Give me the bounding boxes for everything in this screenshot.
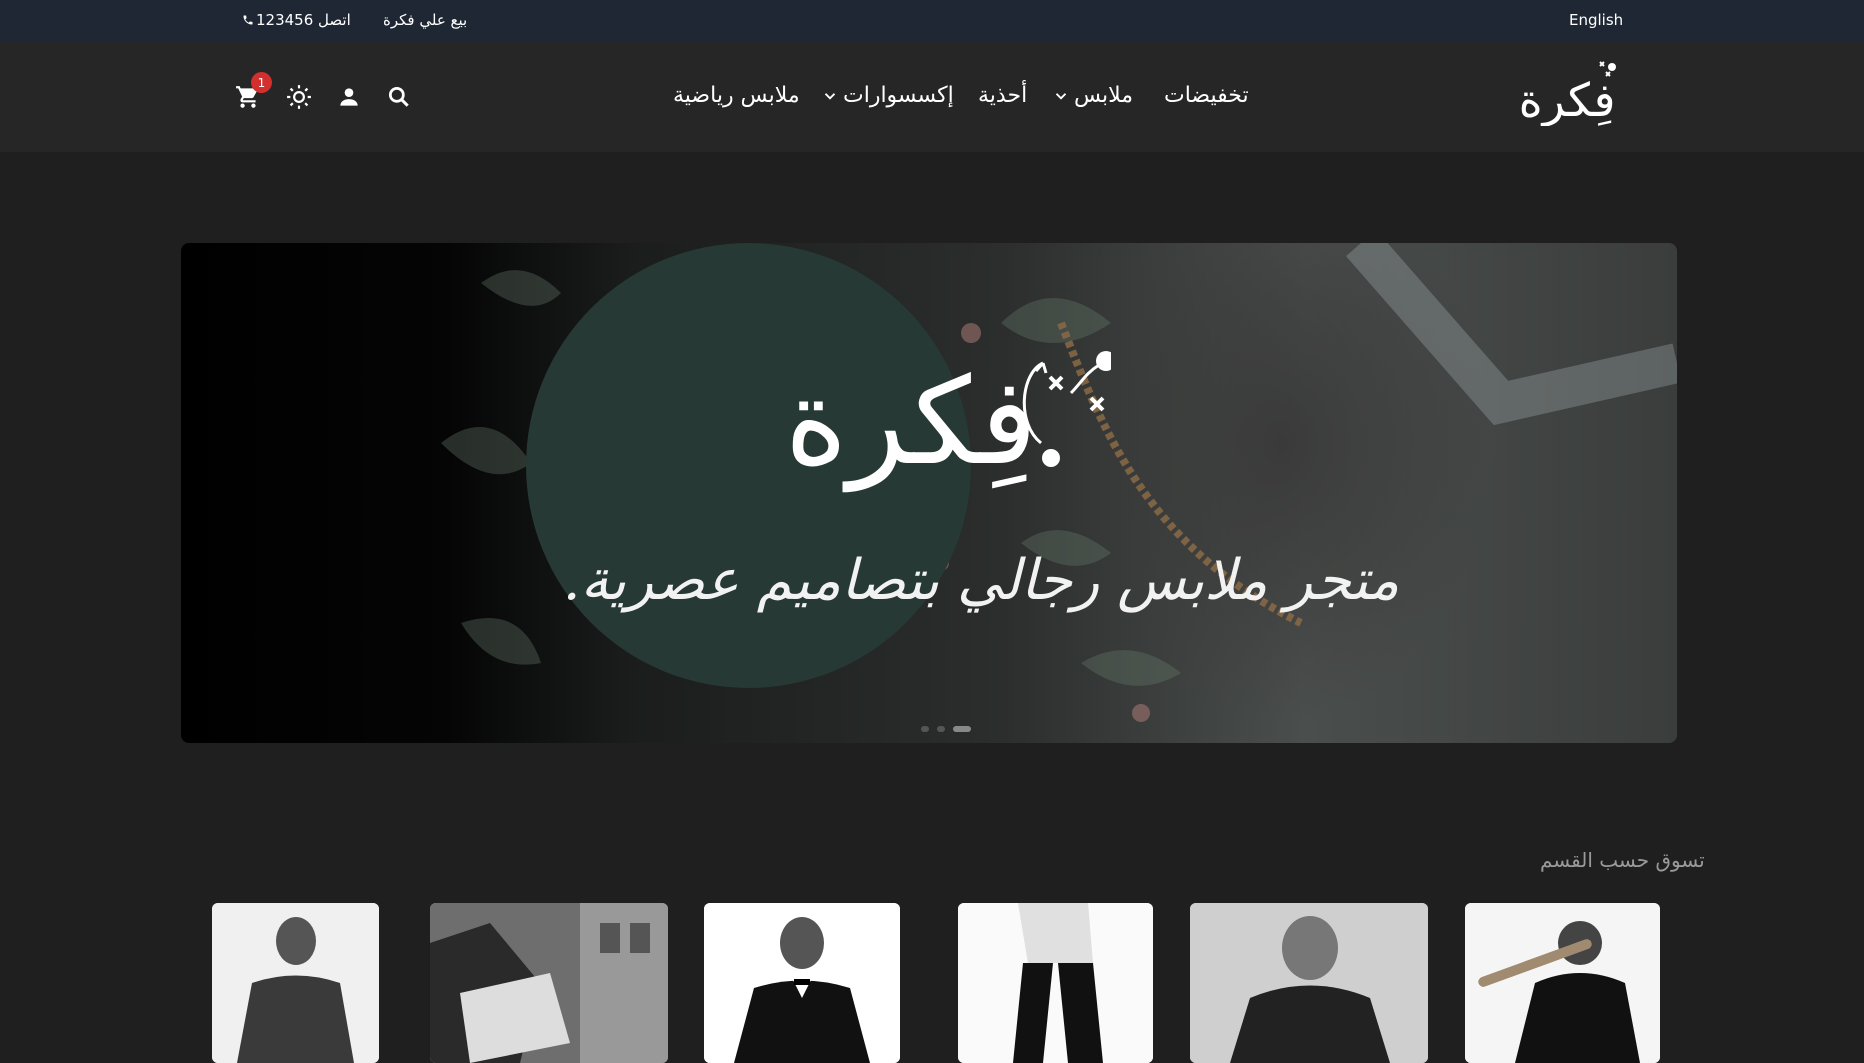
nav-sportswear[interactable]: ملابس رياضية (673, 83, 800, 108)
top-bar: English بيع علي فكرة اتصل 123456 (0, 0, 1864, 41)
contact-label: اتصل 123456 (256, 11, 351, 29)
user-icon (340, 88, 358, 106)
nav-accessories-label: إكسسوارات (843, 83, 954, 108)
category-card[interactable] (958, 903, 1153, 1063)
contact-link[interactable]: اتصل 123456 (242, 11, 351, 29)
nav-clothing-label: ملابس (1074, 83, 1134, 108)
logo-text: فِكرة (1519, 73, 1616, 126)
carousel-dot-active[interactable] (953, 726, 971, 732)
language-switch[interactable]: English (1569, 11, 1623, 29)
category-image (212, 903, 379, 1063)
category-image (430, 903, 668, 1063)
category-image (1465, 903, 1660, 1063)
sell-link[interactable]: بيع علي فكرة (383, 11, 467, 29)
hero-tagline: متجر ملابس رجالي بتصاميم عصرية. (562, 548, 1400, 613)
cart-count-badge: 1 (251, 72, 272, 93)
category-image (958, 903, 1153, 1063)
nav-shoes-label: أحذية (978, 83, 1028, 108)
category-card[interactable] (1190, 903, 1428, 1063)
nav-sales[interactable]: تخفيضات (1164, 83, 1249, 108)
hero-logo-text: فِكرة (785, 353, 1038, 492)
nav-sportswear-label: ملابس رياضية (673, 83, 800, 108)
search-button[interactable] (384, 82, 414, 112)
category-image (704, 903, 900, 1063)
nav-sales-label: تخفيضات (1164, 83, 1249, 108)
theme-toggle-button[interactable] (284, 82, 314, 112)
hero-logo: فِكرة (785, 351, 1111, 492)
nav-clothing[interactable]: ملابس (1052, 83, 1133, 108)
phone-icon (243, 15, 253, 25)
account-button[interactable] (334, 82, 364, 112)
carousel-dot[interactable] (921, 726, 929, 732)
category-card[interactable] (1465, 903, 1660, 1063)
nav-accessories[interactable]: إكسسوارات (821, 83, 954, 108)
logo[interactable]: فِكرة (1512, 58, 1622, 126)
chevron-down-icon (1055, 92, 1067, 100)
carousel-indicators (921, 726, 971, 732)
sun-icon (287, 85, 311, 109)
chevron-down-icon (824, 92, 836, 100)
hero-banner[interactable]: فِكرة متجر ملابس رجالي بتصاميم عصرية. (181, 243, 1677, 743)
category-card[interactable] (212, 903, 379, 1063)
category-card[interactable] (430, 903, 668, 1063)
category-image (1190, 903, 1428, 1063)
search-icon (388, 86, 409, 107)
section-title-categories: تسوق حسب القسم (1540, 848, 1705, 872)
nav-shoes[interactable]: أحذية (978, 83, 1027, 108)
carousel-dot[interactable] (937, 726, 945, 732)
category-card[interactable] (704, 903, 900, 1063)
